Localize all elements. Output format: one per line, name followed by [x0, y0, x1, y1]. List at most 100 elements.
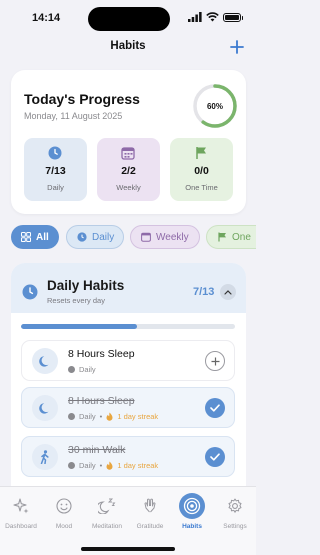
flag-icon: [196, 147, 206, 159]
grid-icon: [21, 232, 31, 242]
target-icon: [179, 493, 205, 519]
add-habit-button[interactable]: [226, 36, 248, 58]
habit-name: 8 Hours Sleep: [68, 348, 135, 360]
separator: •: [99, 412, 103, 421]
wifi-icon: [206, 12, 219, 22]
filter-all-label: All: [36, 231, 49, 243]
tab-gratitude[interactable]: Gratitude: [129, 493, 171, 539]
calendar-icon: [141, 232, 151, 242]
stat-daily[interactable]: 7/13 Daily: [24, 138, 87, 201]
signal-icon: [188, 12, 202, 22]
tab-label: Meditation: [92, 523, 122, 530]
habit-row[interactable]: 30 min Walk Daily • 1 day streak: [21, 436, 235, 477]
progress-percent: 60%: [206, 101, 223, 111]
filter-one-time-label: One: [232, 231, 251, 243]
plus-icon: [211, 357, 219, 365]
habit-icon: [32, 348, 58, 374]
tab-meditation[interactable]: Meditation: [86, 493, 128, 539]
tab-label: Habits: [182, 523, 202, 530]
stat-one-time-value: 0/0: [194, 165, 209, 177]
moon-icon: [38, 355, 48, 367]
repeat-icon: [68, 413, 75, 420]
repeat-icon: [68, 462, 75, 469]
habit-meta: Daily • 1 day streak: [68, 461, 158, 470]
collapse-button[interactable]: [220, 284, 236, 300]
hands-icon: [137, 493, 163, 519]
section-subtitle: Resets every day: [47, 296, 105, 305]
daily-progress-fill: [21, 324, 137, 329]
repeat-icon: [68, 366, 75, 373]
battery-icon: [223, 12, 243, 22]
stat-one-time[interactable]: 0/0 One Time: [170, 138, 233, 201]
habit-icon: [32, 395, 58, 421]
filter-weekly[interactable]: Weekly: [130, 225, 200, 249]
section-title: Daily Habits: [47, 278, 125, 293]
sparkle-icon: [8, 493, 34, 519]
habit-frequency: Daily: [79, 412, 96, 421]
filter-daily[interactable]: Daily: [66, 225, 124, 249]
tab-bar: Dashboard Mood Meditation Gratitude Habi…: [0, 486, 256, 555]
moon-zz-icon: [94, 493, 120, 519]
tab-label: Mood: [55, 523, 73, 530]
stat-one-time-label: One Time: [185, 183, 218, 192]
stat-daily-label: Daily: [47, 183, 64, 192]
filter-one-time[interactable]: One: [206, 225, 256, 249]
tab-habits[interactable]: Habits: [171, 493, 213, 539]
flag-icon: [218, 232, 226, 242]
habit-streak: 1 day streak: [117, 461, 159, 470]
checkmark-icon: [210, 404, 220, 412]
habit-row[interactable]: 8 Hours Sleep Daily • 1 day streak: [21, 387, 235, 428]
habit-streak: 1 day streak: [117, 412, 159, 421]
daily-habits-header[interactable]: Daily Habits Resets every day 7/13: [11, 263, 246, 313]
habit-name: 8 Hours Sleep: [68, 395, 135, 407]
dynamic-island: [88, 7, 170, 31]
status-icons: [188, 12, 243, 22]
walk-icon: [40, 450, 49, 464]
clock-icon: [77, 232, 87, 242]
clock-icon: [48, 146, 62, 160]
tab-label: Gratitude: [136, 523, 164, 530]
status-time: 14:14: [32, 12, 61, 24]
tab-settings[interactable]: Settings: [214, 493, 256, 539]
flame-icon: [106, 412, 113, 421]
tab-label: Dashboard: [5, 523, 37, 530]
progress-title: Today's Progress: [24, 91, 140, 107]
clock-icon: [22, 284, 38, 300]
status-bar: 14:14: [0, 0, 256, 36]
habit-meta: Daily • 1 day streak: [68, 412, 158, 421]
habit-meta: Daily: [68, 365, 96, 374]
habit-row[interactable]: 8 Hours Sleep Daily: [21, 340, 235, 381]
filter-bar: All Daily Weekly One: [11, 225, 256, 251]
habits-screen: 14:14 Habits Today's Progress Monday, 11…: [0, 0, 256, 555]
filter-daily-label: Daily: [92, 231, 115, 243]
completed-check-button[interactable]: [205, 447, 225, 467]
filter-weekly-label: Weekly: [156, 231, 189, 243]
smiley-icon: [51, 493, 77, 519]
tab-dashboard[interactable]: Dashboard: [0, 493, 42, 539]
daily-progress-bar: [21, 324, 235, 329]
chevron-up-icon: [224, 290, 232, 295]
calendar-icon: [121, 147, 135, 160]
stat-daily-value: 7/13: [45, 165, 66, 177]
flame-icon: [106, 461, 113, 470]
stat-weekly-label: Weekly: [116, 183, 141, 192]
plus-icon: [230, 40, 244, 54]
section-count: 7/13: [193, 286, 215, 298]
habit-name: 30 min Walk: [68, 444, 126, 456]
checkmark-icon: [210, 453, 220, 461]
filter-all[interactable]: All: [11, 225, 59, 249]
gear-icon: [222, 493, 248, 519]
stat-weekly[interactable]: 2/2 Weekly: [97, 138, 160, 201]
completed-check-button[interactable]: [205, 398, 225, 418]
tab-label: Settings: [223, 523, 247, 530]
separator: •: [99, 461, 103, 470]
todays-progress-card: Today's Progress Monday, 11 August 2025 …: [11, 70, 246, 214]
moon-icon: [38, 402, 48, 414]
habit-icon: [32, 444, 58, 470]
complete-habit-button[interactable]: [205, 351, 225, 371]
home-indicator: [81, 547, 175, 551]
habit-frequency: Daily: [79, 365, 96, 374]
stat-weekly-value: 2/2: [121, 165, 136, 177]
tab-mood[interactable]: Mood: [43, 493, 85, 539]
habit-frequency: Daily: [79, 461, 96, 470]
